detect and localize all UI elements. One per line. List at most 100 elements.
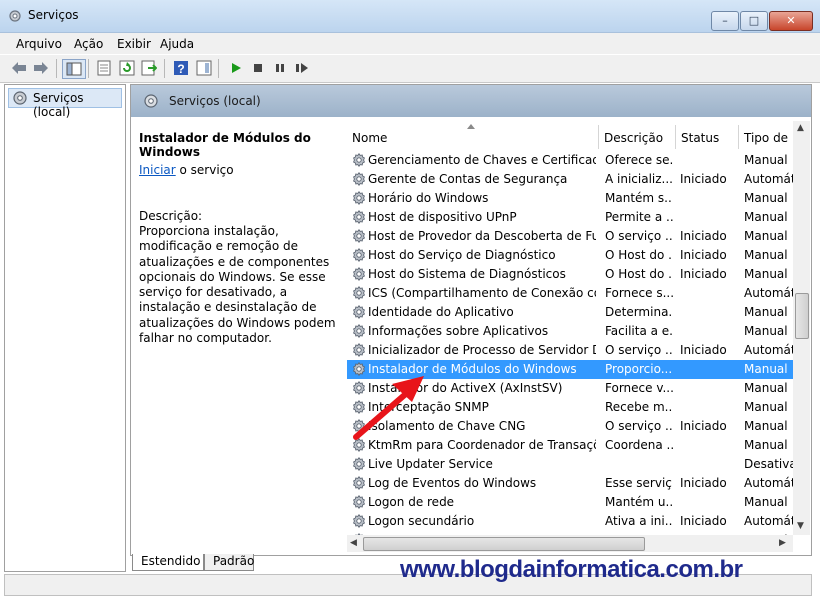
service-row[interactable]: Host do Serviço de Diagnóstico O Host do …	[347, 246, 793, 265]
scroll-down-icon[interactable]: ▼	[797, 521, 804, 531]
scroll-up-icon[interactable]: ▲	[797, 123, 804, 133]
start-service-action: Iniciar o serviço	[139, 163, 234, 177]
service-row[interactable]: Live Updater Service Desativad	[347, 455, 793, 474]
stop-service-icon[interactable]	[249, 59, 267, 77]
service-row[interactable]: Logon secundário Ativa a ini... Iniciado Au…	[347, 512, 793, 531]
start-service-icon[interactable]	[227, 59, 245, 77]
tab-estendido[interactable]: Estendido	[132, 554, 204, 571]
service-name: Logon de rede	[368, 495, 455, 509]
service-description: Proporcio...	[605, 362, 673, 376]
service-row[interactable]: Horário do Windows Mantém s... Manual	[347, 189, 793, 208]
service-description: Mantém u...	[605, 495, 673, 509]
service-row[interactable]: Isolamento de Chave CNG O serviço ... Inic…	[347, 417, 793, 436]
refresh-icon[interactable]	[118, 59, 136, 77]
gear-icon	[352, 381, 366, 398]
service-description: Permite a ...	[605, 210, 673, 224]
menu-acao[interactable]: Ação	[74, 37, 103, 51]
maximize-button[interactable]: □	[740, 11, 768, 31]
service-row[interactable]: Host de Provedor da Descoberta de Função…	[347, 227, 793, 246]
service-row[interactable]: Interceptação SNMP Recebe m... Manual	[347, 398, 793, 417]
back-arrow-icon[interactable]	[10, 59, 28, 77]
panel-title: Serviços (local)	[169, 94, 261, 108]
gear-icon	[352, 210, 366, 227]
minimize-button[interactable]: –	[711, 11, 739, 31]
forward-arrow-icon[interactable]	[32, 59, 50, 77]
service-startup-type: Manual	[744, 438, 788, 452]
scroll-right-icon[interactable]: ▶	[779, 538, 786, 548]
service-row[interactable]: Log de Eventos do Windows Esse serviç... I…	[347, 474, 793, 493]
gear-icon	[352, 438, 366, 455]
gear-icon	[352, 305, 366, 322]
service-row[interactable]: Instalador do ActiveX (AxInstSV) Fornece …	[347, 379, 793, 398]
menu-arquivo[interactable]: Arquivo	[16, 37, 62, 51]
service-row[interactable]: Host de dispositivo UPnP Permite a ... Man…	[347, 208, 793, 227]
services-gear-icon	[144, 94, 158, 108]
service-row[interactable]: Host do Sistema de Diagnósticos O Host do…	[347, 265, 793, 284]
service-startup-type: Manual	[744, 381, 788, 395]
show-hide-pane-icon[interactable]	[195, 59, 213, 77]
menu-exibir[interactable]: Exibir	[117, 37, 151, 51]
gear-icon	[352, 286, 366, 303]
service-status: Iniciado	[680, 476, 727, 490]
gear-icon	[352, 248, 366, 265]
column-header-name[interactable]: Nome	[347, 124, 599, 149]
pause-service-icon[interactable]	[271, 59, 289, 77]
service-startup-type: Manual	[744, 229, 788, 243]
restart-service-icon[interactable]	[293, 59, 311, 77]
service-name: Instalador do ActiveX (AxInstSV)	[368, 381, 563, 395]
gear-icon	[352, 514, 366, 531]
service-row[interactable]: Instalador de Módulos do Windows Proporci…	[347, 360, 793, 379]
service-name: Log de Eventos do Windows	[368, 476, 537, 490]
service-row[interactable]: Informações sobre Aplicativos Facilita a …	[347, 322, 793, 341]
properties-icon[interactable]	[95, 59, 113, 77]
tree-item-label: Serviços (local)	[33, 91, 84, 119]
service-startup-type: Manual	[744, 210, 788, 224]
service-row[interactable]: ICS (Compartilhamento de Conexão com ...…	[347, 284, 793, 303]
service-row[interactable]: Identidade do Aplicativo Determina... Manu…	[347, 303, 793, 322]
service-startup-type: Manual	[744, 362, 788, 376]
column-header-status[interactable]: Status	[676, 125, 739, 149]
service-row[interactable]: Gerente de Contas de Segurança A iniciali…	[347, 170, 793, 189]
column-header-startup-type[interactable]: Tipo de I	[739, 125, 793, 149]
service-name: Host do Serviço de Diagnóstico	[368, 248, 556, 262]
service-name: Informações sobre Aplicativos	[368, 324, 549, 338]
service-status: Iniciado	[680, 343, 727, 357]
service-startup-type: Manual	[744, 191, 788, 205]
service-name: Gerente de Contas de Segurança	[368, 172, 568, 186]
service-description: Fornece v...	[605, 381, 673, 395]
service-name: Live Updater Service	[368, 457, 493, 471]
service-row[interactable]: Inicializador de Processo de Servidor DC…	[347, 341, 793, 360]
export-list-icon[interactable]	[140, 59, 158, 77]
help-icon[interactable]: ?	[172, 59, 190, 77]
vertical-scrollbar[interactable]: ▲ ▼	[793, 121, 810, 535]
service-description: Fornece s...	[605, 286, 673, 300]
service-name: Isolamento de Chave CNG	[368, 419, 526, 433]
gear-icon	[352, 229, 366, 246]
tab-padrao[interactable]: Padrão	[204, 554, 254, 571]
service-name: Horário do Windows	[368, 191, 489, 205]
service-name: Gerenciamento de Chaves e Certificados .…	[368, 153, 596, 167]
service-startup-type: Manual	[744, 324, 788, 338]
horizontal-scrollbar[interactable]: ◀ ▶	[347, 535, 793, 552]
service-row[interactable]: Logon de rede Mantém u... Manual	[347, 493, 793, 512]
service-description: Facilita a e...	[605, 324, 673, 338]
menu-ajuda[interactable]: Ajuda	[160, 37, 194, 51]
start-service-link[interactable]: Iniciar	[139, 163, 176, 177]
vertical-scroll-thumb[interactable]	[795, 293, 809, 339]
scroll-left-icon[interactable]: ◀	[350, 538, 357, 548]
console-tree: Serviços (local)	[4, 84, 126, 572]
services-list: Nome Descrição Status Tipo de I Gerencia…	[347, 121, 793, 551]
service-row[interactable]: Gerenciamento de Chaves e Certificados .…	[347, 151, 793, 170]
service-status: Iniciado	[680, 172, 727, 186]
column-header-description[interactable]: Descrição	[599, 125, 676, 149]
service-description: O serviço ...	[605, 343, 673, 357]
service-status: Iniciado	[680, 229, 727, 243]
gear-icon	[352, 457, 366, 474]
close-button[interactable]: ✕	[769, 11, 813, 31]
service-row[interactable]: KtmRm para Coordenador de Transações ...…	[347, 436, 793, 455]
service-startup-type: Manual	[744, 305, 788, 319]
console-tree-icon[interactable]	[62, 59, 86, 79]
tree-item-services-local[interactable]: Serviços (local)	[8, 88, 122, 119]
menu-bar: Arquivo Ação Exibir Ajuda	[0, 33, 820, 54]
horizontal-scroll-thumb[interactable]	[363, 537, 645, 551]
